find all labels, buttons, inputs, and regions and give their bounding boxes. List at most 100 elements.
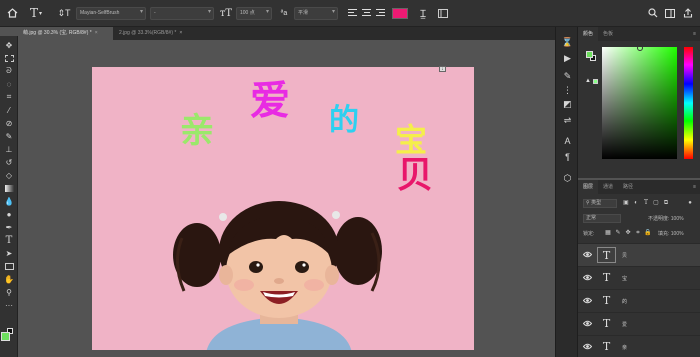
tab-document-2[interactable]: 2.jpg @ 33.3%(RGB/8#) * × [114, 27, 199, 40]
layer-name[interactable]: 贝 [622, 252, 627, 259]
tab-paths[interactable]: 路径 [618, 180, 638, 194]
3d-icon[interactable]: ⬡ [562, 173, 573, 184]
layer-name[interactable]: 爱 [622, 321, 627, 328]
layer-row[interactable]: T 宝 [578, 266, 700, 289]
align-right-button[interactable] [375, 7, 386, 18]
tab-swatches[interactable]: 色板 [598, 27, 618, 41]
eraser-tool-icon[interactable]: ◇ [3, 170, 15, 180]
text-layer-bao[interactable]: 宝 [395, 124, 427, 156]
brush-tool-icon[interactable]: ✎ [3, 131, 15, 141]
lock-pixels-icon[interactable]: ▦ [604, 229, 612, 237]
lasso-tool-icon[interactable]: ᘐ [3, 66, 15, 76]
eyedropper-tool-icon[interactable]: ⁄ [3, 105, 15, 115]
align-center-button[interactable] [361, 7, 372, 18]
history-icon[interactable]: ⌛ [562, 37, 573, 48]
visibility-eye-icon[interactable] [583, 320, 592, 327]
layer-row[interactable]: T 爱 [578, 312, 700, 335]
filter-toggle-icon[interactable]: ● [686, 199, 694, 207]
lock-artboard-icon[interactable]: ⌗ [634, 229, 642, 237]
move-tool-icon[interactable]: ✥ [3, 40, 15, 50]
align-left-button[interactable] [347, 7, 358, 18]
document-canvas[interactable]: 亲 爱 的 宝 贝 [92, 67, 474, 350]
brushes-icon[interactable]: ⋮ [562, 85, 573, 96]
type-tool-icon[interactable]: T [3, 235, 15, 246]
fg-bg-colors[interactable] [1, 328, 15, 342]
visibility-eye-icon[interactable] [583, 297, 592, 304]
filter-shape-icon[interactable]: ▢ [652, 199, 660, 207]
font-style-select[interactable]: - ▾ [150, 7, 214, 20]
color-picker-ring[interactable] [637, 45, 643, 51]
type-tool-icon[interactable]: T ▾ [27, 5, 45, 21]
lock-paint-icon[interactable]: ✎ [614, 229, 622, 237]
dodge-tool-icon[interactable]: ● [3, 209, 15, 219]
lock-all-icon[interactable]: 🔒 [644, 229, 652, 237]
text-layer-bei[interactable]: 贝 [397, 158, 433, 194]
tab-color[interactable]: 颜色 [578, 27, 599, 41]
blur-tool-icon[interactable]: 💧 [3, 196, 15, 206]
brush-settings-icon[interactable]: ✎ [562, 71, 573, 82]
layer-row[interactable]: T 贝 [578, 243, 700, 266]
color-field[interactable] [602, 45, 677, 159]
search-icon[interactable] [647, 5, 659, 21]
mini-foreground-swatch[interactable] [586, 51, 593, 58]
character-panel-icon[interactable] [437, 5, 449, 21]
layer-name[interactable]: 的 [622, 298, 627, 305]
tab-layers[interactable]: 图层 [578, 180, 599, 194]
tab-document-1[interactable]: 萌.jpg @ 30.3% (宝, RGB/8#) * × [18, 27, 113, 40]
panel-menu-icon[interactable]: ≡ [693, 31, 700, 37]
properties-icon[interactable]: ⇌ [562, 115, 573, 126]
pen-tool-icon[interactable]: ✒ [3, 222, 15, 232]
text-orientation-icon[interactable]: ⇕T [57, 5, 71, 21]
adjustments-icon[interactable]: ◩ [562, 99, 573, 110]
quick-select-tool-icon[interactable]: ◌ [3, 79, 15, 89]
lock-position-icon[interactable]: ✥ [624, 229, 632, 237]
marquee-tool-icon[interactable] [3, 53, 15, 63]
crop-tool-icon[interactable]: ⌗ [3, 92, 15, 102]
history-brush-tool-icon[interactable]: ↺ [3, 157, 15, 167]
foreground-color-swatch[interactable] [1, 332, 10, 341]
hue-slider[interactable] [684, 47, 693, 159]
healing-brush-tool-icon[interactable]: ⊘ [3, 118, 15, 128]
gradient-tool-icon[interactable] [3, 183, 15, 193]
more-tools-icon[interactable]: ··· [3, 300, 15, 310]
warp-text-icon[interactable]: Ɪ̲ [416, 5, 430, 21]
tab-channels[interactable]: 通道 [598, 180, 618, 194]
filter-smart-icon[interactable]: ⧉ [662, 199, 670, 207]
text-color-swatch[interactable] [392, 8, 408, 19]
filter-type-icon[interactable]: T [642, 199, 650, 207]
anti-alias-select[interactable]: 平滑 ▾ [294, 7, 338, 20]
hand-tool-icon[interactable]: ✋ [3, 274, 15, 284]
filter-adjust-icon[interactable]: ◐ [632, 199, 640, 207]
character-icon[interactable]: A [562, 135, 573, 146]
blend-mode-select[interactable]: 正常 [583, 214, 621, 223]
gamut-swatch[interactable] [593, 79, 598, 84]
panel-menu-icon[interactable]: ≡ [693, 184, 700, 190]
filter-pixel-icon[interactable]: ▣ [622, 199, 630, 207]
font-size-select[interactable]: 100 点 ▾ [236, 7, 272, 20]
close-icon[interactable]: × [95, 30, 98, 36]
visibility-eye-icon[interactable] [583, 343, 592, 350]
font-family-select[interactable]: Mayian-SelfBrush ▾ [76, 7, 146, 20]
opacity-field[interactable]: 不透明度: 100% [648, 215, 684, 222]
rectangle-tool-icon[interactable] [3, 261, 15, 271]
layer-row[interactable]: T 亲 [578, 335, 700, 357]
home-icon[interactable] [5, 5, 19, 21]
visibility-eye-icon[interactable] [583, 251, 592, 258]
layer-name[interactable]: 亲 [622, 344, 627, 351]
share-icon[interactable] [682, 5, 694, 21]
actions-icon[interactable]: ▶ [562, 53, 573, 64]
workspace-icon[interactable] [664, 5, 676, 21]
canvas-corner-icon[interactable]: ↓ [439, 66, 446, 72]
paragraph-icon[interactable]: ¶ [562, 151, 573, 162]
path-select-tool-icon[interactable]: ➤ [3, 248, 15, 258]
visibility-eye-icon[interactable] [583, 274, 592, 281]
clone-stamp-tool-icon[interactable]: ⊥ [3, 144, 15, 154]
layer-name[interactable]: 宝 [622, 275, 627, 282]
zoom-tool-icon[interactable]: ⚲ [3, 287, 15, 297]
layer-row[interactable]: T 的 [578, 289, 700, 312]
text-layer-ai[interactable]: 爱 [250, 81, 290, 121]
close-icon[interactable]: × [179, 30, 182, 36]
layer-filter-select[interactable]: ⚲ 类型 [583, 199, 617, 208]
text-layer-de[interactable]: 的 [329, 106, 359, 136]
text-layer-qin[interactable]: 亲 [180, 114, 214, 148]
